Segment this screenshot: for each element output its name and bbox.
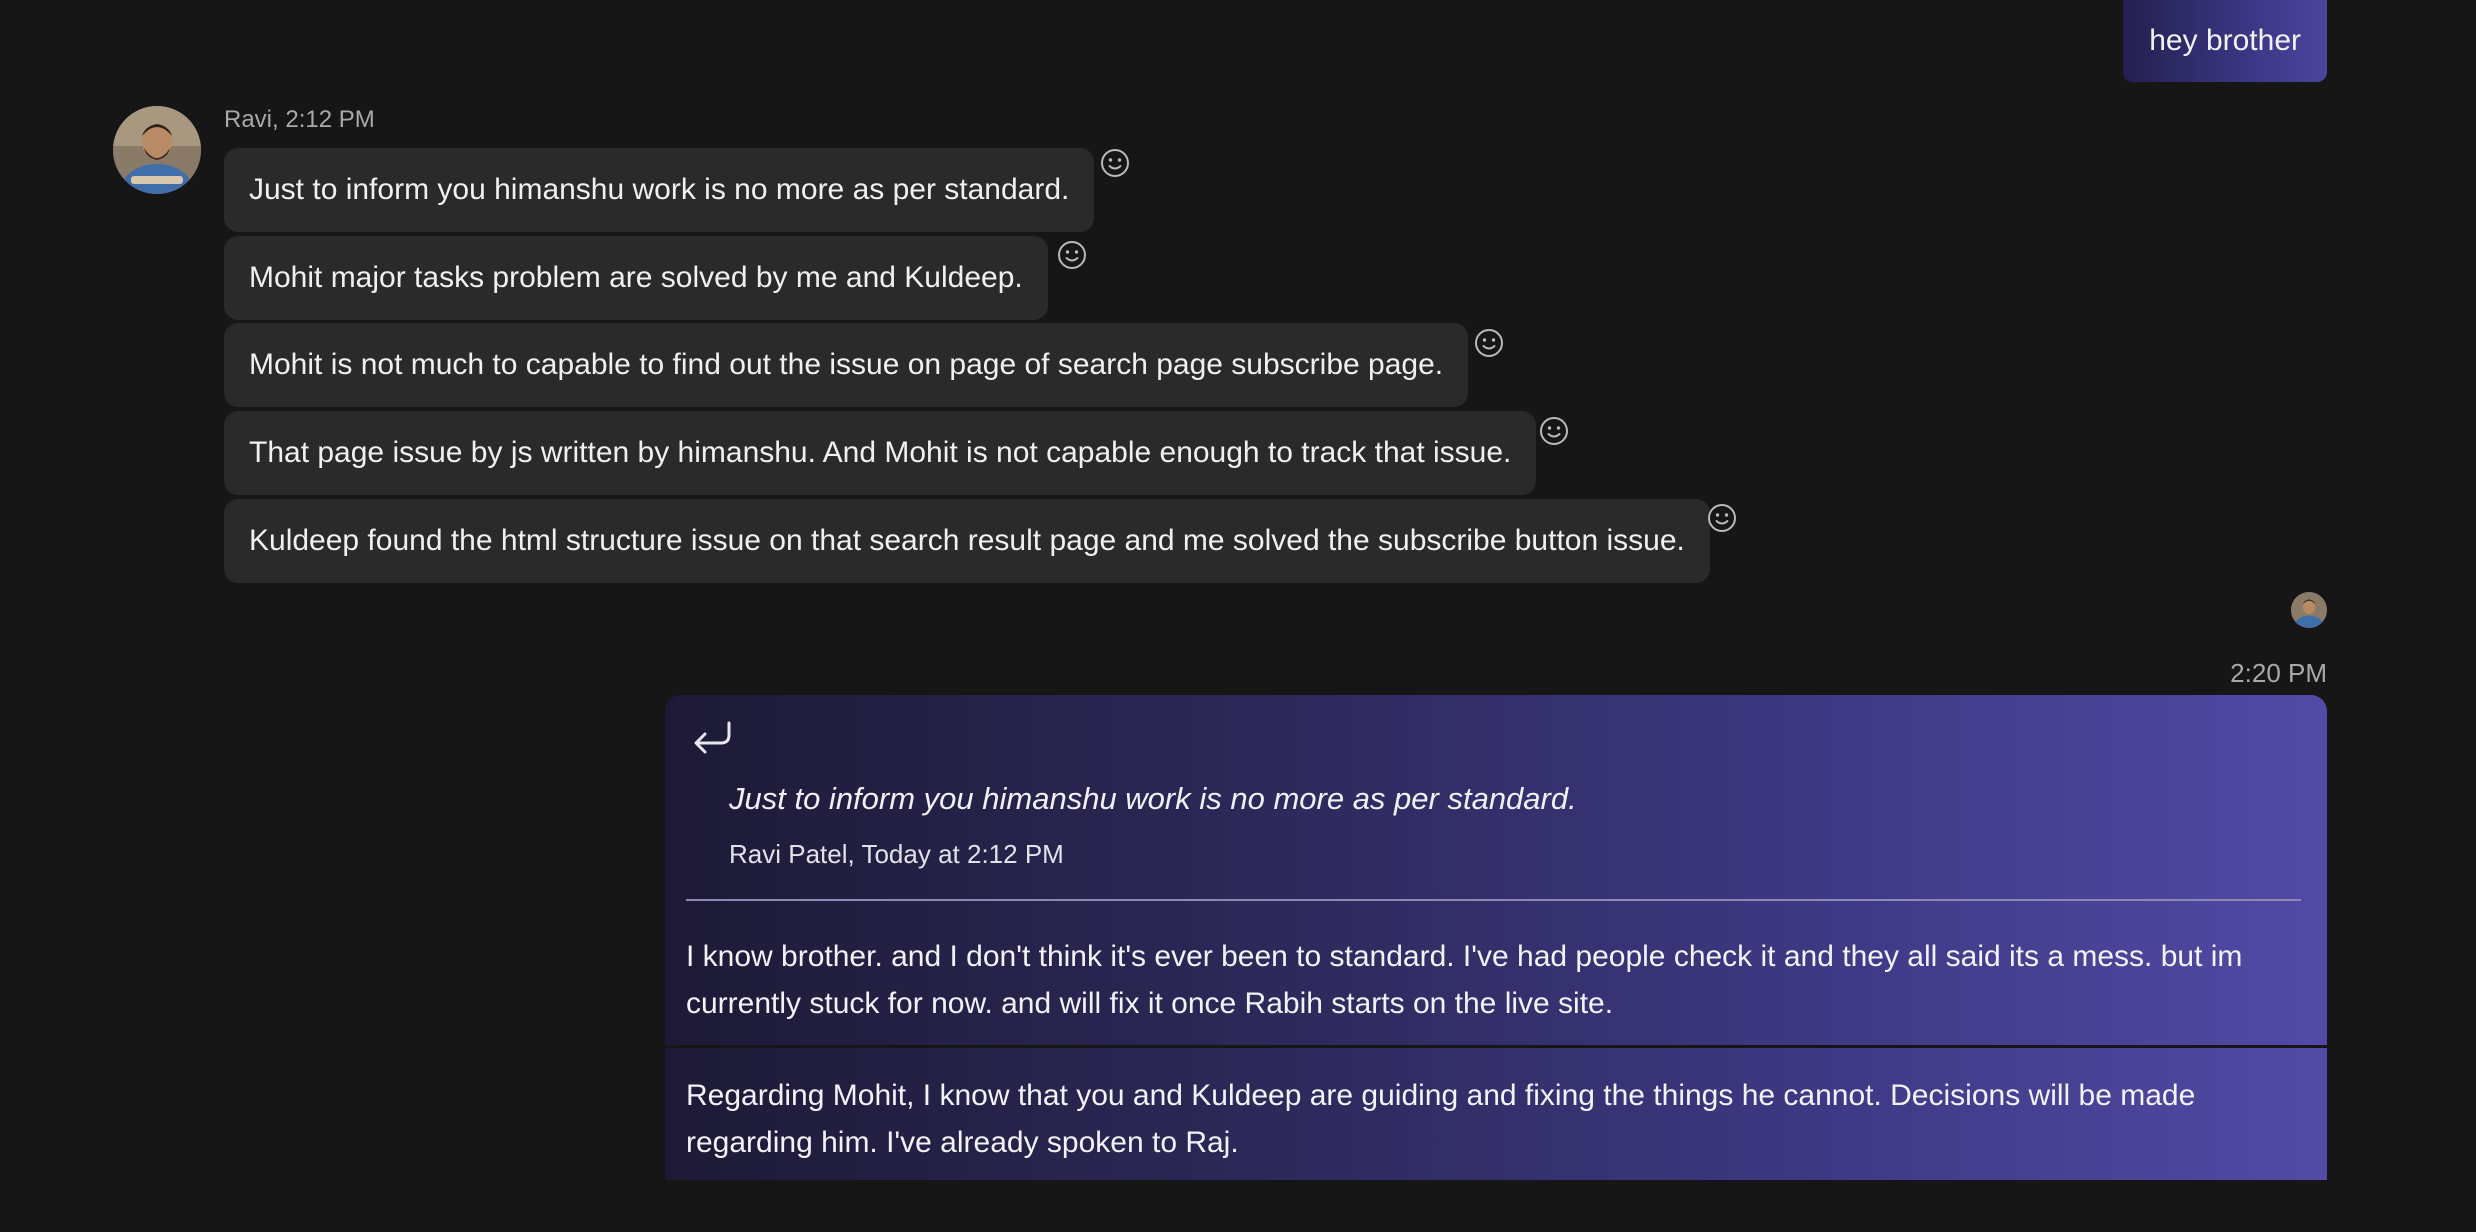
outgoing-message[interactable]: Regarding Mohit, I know that you and Kul… (665, 1048, 2327, 1180)
reply-message-text: I know brother. and I don't think it's e… (686, 940, 2243, 1020)
incoming-message[interactable]: Just to inform you himanshu work is no m… (224, 148, 1095, 232)
message-text: Mohit major tasks problem are solved by … (249, 261, 1023, 294)
read-receipt-avatar (2291, 592, 2327, 628)
message-time: 2:20 PM (2230, 658, 2327, 688)
reply-arrow-icon (691, 719, 733, 757)
incoming-message[interactable]: That page issue by js written by himansh… (224, 411, 1537, 495)
message-text: That page issue by js written by himansh… (249, 436, 1512, 469)
message-text: hey brother (2149, 24, 2301, 57)
incoming-message[interactable]: Mohit is not much to capable to find out… (224, 323, 1469, 407)
avatar-photo (2291, 592, 2327, 628)
smiley-icon[interactable] (1100, 148, 1130, 178)
quoted-message-meta: Ravi Patel, Today at 2:12 PM (729, 839, 1064, 869)
sender-name-time: Ravi, 2:12 PM (224, 106, 375, 133)
avatar-photo (113, 106, 201, 194)
incoming-message[interactable]: Kuldeep found the html structure issue o… (224, 499, 1710, 583)
message-text: Kuldeep found the html structure issue o… (249, 524, 1685, 557)
quoted-message-text[interactable]: Just to inform you himanshu work is no m… (729, 781, 1577, 817)
message-text: Regarding Mohit, I know that you and Kul… (686, 1079, 2196, 1159)
smiley-icon[interactable] (1539, 416, 1569, 446)
message-text: Mohit is not much to capable to find out… (249, 348, 1444, 381)
incoming-message[interactable]: Mohit major tasks problem are solved by … (224, 236, 1048, 320)
message-text: Just to inform you himanshu work is no m… (249, 173, 1070, 206)
smiley-icon[interactable] (1707, 503, 1737, 533)
smiley-icon[interactable] (1057, 240, 1087, 270)
divider (686, 899, 2301, 901)
outgoing-message[interactable]: hey brother (2123, 0, 2327, 82)
smiley-icon[interactable] (1474, 328, 1504, 358)
outgoing-reply-message[interactable]: Just to inform you himanshu work is no m… (665, 695, 2327, 1045)
chat-thread: hey brother Ravi, 2:12 PM Just to inform… (0, 0, 2476, 1232)
avatar[interactable] (113, 106, 201, 194)
